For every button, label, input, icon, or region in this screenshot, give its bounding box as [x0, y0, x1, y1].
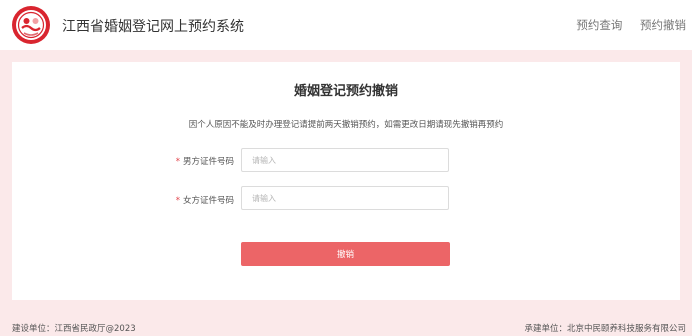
cancel-form-card: 婚姻登记预约撤销 因个人原因不能及时办理登记请提前两天撤销预约，如需更改日期请现…: [12, 62, 680, 300]
footer-builder: 建设单位：江西省民政厅@2023: [12, 324, 136, 334]
nav-appointment-cancel[interactable]: 预约撤销: [640, 18, 686, 32]
male-id-label: * 男方证件号码: [12, 155, 234, 167]
top-nav: 预约查询 预约撤销: [562, 17, 686, 33]
required-mark: *: [175, 157, 180, 167]
male-id-label-text: 男方证件号码: [182, 157, 234, 167]
logo-icon: [12, 6, 50, 44]
female-id-label-text: 女方证件号码: [182, 196, 234, 206]
form-title: 婚姻登记预约撤销: [293, 84, 398, 99]
nav-appointment-query[interactable]: 预约查询: [576, 18, 622, 32]
required-mark: *: [175, 196, 180, 206]
female-id-label: * 女方证件号码: [12, 194, 234, 206]
top-header: 江西省婚姻登记网上预约系统 预约查询 预约撤销: [0, 0, 692, 50]
footer-contractor: 承建单位：北京中民颐养科技服务有限公司: [524, 324, 686, 334]
female-id-input[interactable]: [241, 186, 449, 210]
cancel-notice: 因个人原因不能及时办理登记请提前两天撤销预约，如需更改日期请现先撤销再预约: [188, 120, 504, 130]
cancel-submit-button[interactable]: 撤销: [241, 242, 450, 266]
app-title: 江西省婚姻登记网上预约系统: [62, 19, 244, 35]
male-id-input[interactable]: [241, 148, 449, 172]
